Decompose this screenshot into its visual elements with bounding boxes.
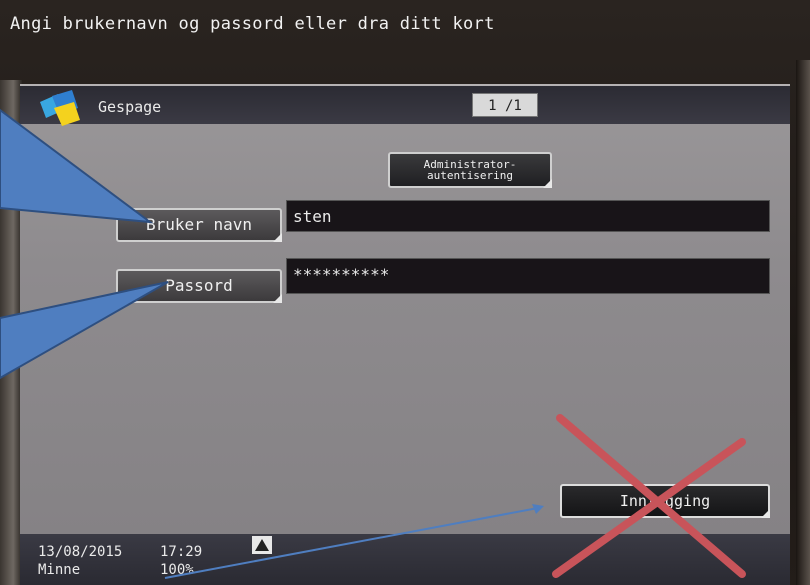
app-name: Gespage [98,98,162,116]
memory-value: 100% [160,562,194,578]
password-button[interactable]: Passord [116,269,282,303]
gespage-logo-icon [40,90,80,126]
username-button[interactable]: Bruker navn [116,208,282,242]
admin-button-line2: autentisering [426,169,514,182]
login-prompt: Angi brukernavn og passord eller dra dit… [10,14,495,34]
status-time: 17:29 [160,544,203,560]
bezel-left-edge [0,80,22,585]
title-bar: Gespage 1 /1 [20,86,790,126]
administrator-authentication-button[interactable]: Administrator- autentisering [388,152,552,188]
password-field[interactable]: ********** [286,258,770,294]
status-date: 13/08/2015 [38,544,123,560]
username-field[interactable]: sten [286,200,770,232]
bezel-right-edge [796,60,810,585]
login-screen: Gespage 1 /1 Administrator- autentiserin… [20,84,790,534]
page-indicator: 1 /1 [472,93,538,117]
status-bar: 13/08/2015 17:29 Minne 100% [20,534,790,585]
login-button[interactable]: Innlogging [560,484,770,518]
warning-triangle-icon[interactable] [252,536,272,554]
memory-label: Minne [38,562,81,578]
